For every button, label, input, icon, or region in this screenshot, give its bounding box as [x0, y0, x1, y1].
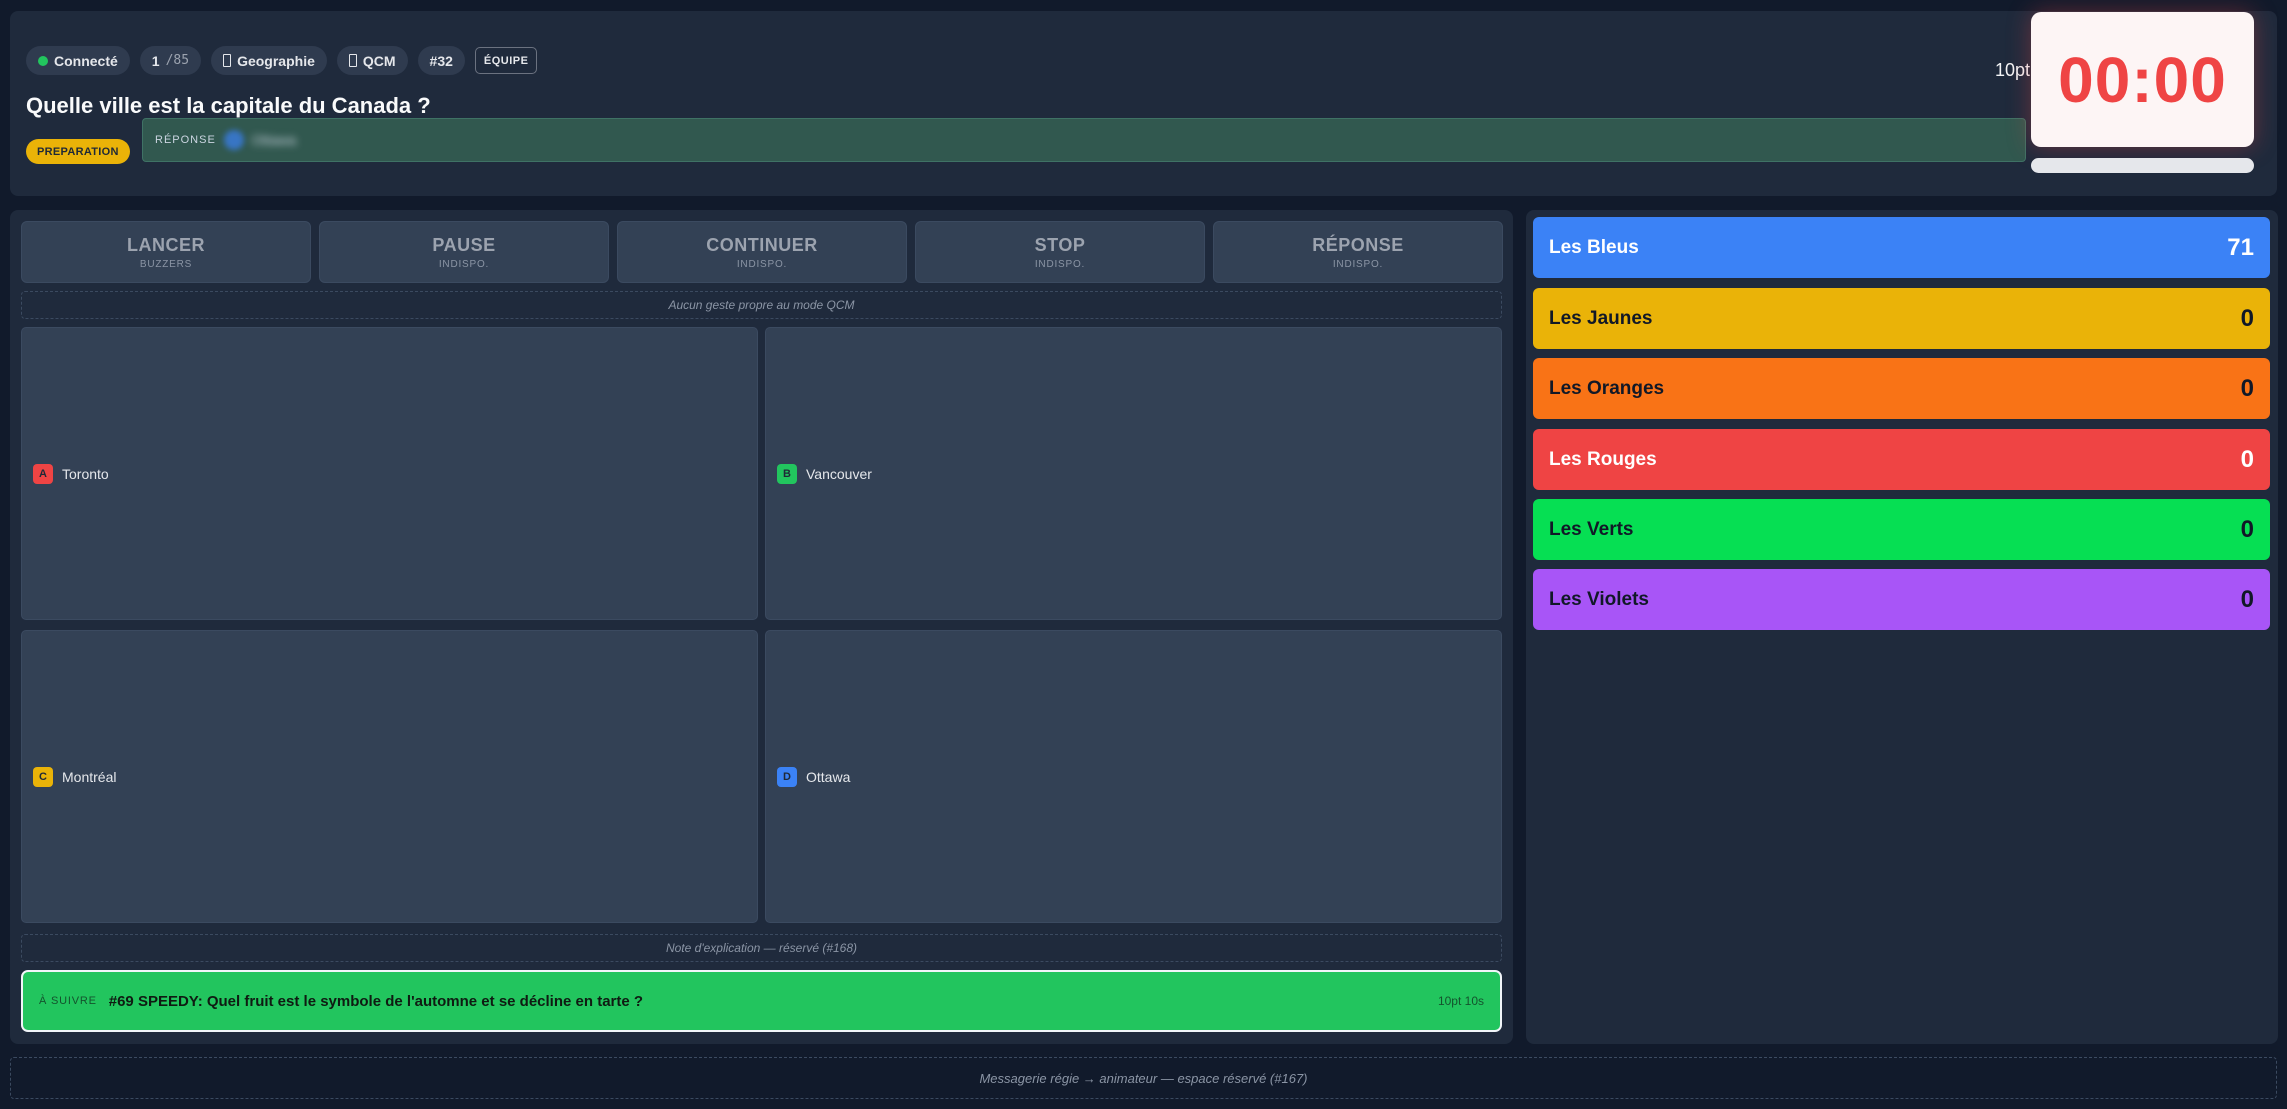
- next-question-text: #69 SPEEDY: Quel fruit est le symbole de…: [108, 992, 644, 1010]
- answer-reveal-bar[interactable]: RÉPONSE Ottawa: [142, 118, 2026, 162]
- team-name: Les Violets: [1549, 588, 1649, 610]
- timer-progress-bar: [2031, 158, 2254, 173]
- option-c-card[interactable]: C Montréal: [21, 630, 758, 923]
- team-name: Les Bleus: [1549, 236, 1639, 258]
- connection-status-badge: Connecté: [26, 46, 130, 75]
- answer-value-blurred: Ottawa: [251, 132, 297, 148]
- category-badge: Geographie: [211, 46, 327, 75]
- next-question-meta: 10pt 10s: [1437, 994, 1484, 1008]
- team-score: 0: [2240, 585, 2254, 613]
- team-mode-badge: ÉQUIPE: [474, 47, 538, 74]
- option-d-card[interactable]: D Ottawa: [765, 630, 1502, 923]
- option-letter: A: [33, 463, 53, 484]
- phase-badge: PREPARATION: [26, 139, 130, 164]
- team-score: 0: [2240, 304, 2254, 332]
- director-messaging-placeholder: Messagerie régie → animateur — espace ré…: [10, 1057, 2277, 1099]
- continue-button[interactable]: CONTINUER INDISPO.: [617, 221, 907, 283]
- team-name: Les Verts: [1549, 518, 1634, 540]
- pause-button[interactable]: PAUSE INDISPO.: [319, 221, 609, 283]
- team-score: 0: [2240, 445, 2254, 473]
- scoreboard-panel: Les Bleus 71 Les Jaunes 0 Les Oranges 0 …: [1526, 210, 2278, 1044]
- team-name: Les Rouges: [1549, 448, 1657, 470]
- stop-button[interactable]: STOP INDISPO.: [915, 221, 1205, 283]
- countdown-timer: 00:00: [2031, 12, 2254, 147]
- next-label: À SUIVRE: [39, 995, 97, 1007]
- timer-value: 00:00: [2058, 43, 2227, 116]
- mode-note: Aucun geste propre au mode QCM: [21, 291, 1502, 319]
- team-score: 0: [2240, 374, 2254, 402]
- option-text: Montréal: [62, 768, 117, 785]
- team-score: 0: [2240, 515, 2254, 543]
- option-b-card[interactable]: B Vancouver: [765, 327, 1502, 620]
- question-progress-badge: 1 /85: [139, 46, 202, 75]
- control-panel: LANCER BUZZERS PAUSE INDISPO. CONTINUER …: [10, 210, 1513, 1044]
- team-row-rouges[interactable]: Les Rouges 0: [1533, 429, 2270, 490]
- mode-badge: QCM: [336, 46, 408, 75]
- team-name: Les Jaunes: [1549, 307, 1653, 329]
- option-a-card[interactable]: A Toronto: [21, 327, 758, 620]
- launch-buzzers-button[interactable]: LANCER BUZZERS: [21, 221, 311, 283]
- option-text: Vancouver: [806, 465, 872, 482]
- answer-dot-icon: [223, 130, 244, 150]
- option-text: Ottawa: [806, 768, 851, 785]
- option-letter: D: [777, 766, 797, 787]
- question-points: 10pt: [1995, 60, 2031, 80]
- question-header: Connecté 1 /85 Geographie QCM #32 ÉQUIPE…: [10, 11, 2277, 196]
- team-row-bleus[interactable]: Les Bleus 71: [1533, 217, 2270, 278]
- question-title: Quelle ville est la capitale du Canada ?: [26, 93, 431, 118]
- status-chips: Connecté 1 /85 Geographie QCM #32 ÉQUIPE: [26, 46, 538, 75]
- control-buttons: LANCER BUZZERS PAUSE INDISPO. CONTINUER …: [21, 221, 1503, 283]
- explanation-note: Note d'explication — réservé (#168): [21, 934, 1502, 962]
- next-question-banner[interactable]: À SUIVRE #69 SPEEDY: Quel fruit est le s…: [21, 970, 1502, 1032]
- team-score: 71: [2227, 233, 2254, 261]
- option-letter: B: [777, 463, 797, 484]
- category-icon: [223, 54, 232, 67]
- online-dot-icon: [38, 55, 48, 66]
- question-id-badge: #32: [417, 46, 465, 75]
- team-row-verts[interactable]: Les Verts 0: [1533, 499, 2270, 560]
- team-row-violets[interactable]: Les Violets 0: [1533, 569, 2270, 630]
- option-text: Toronto: [62, 465, 109, 482]
- mode-icon: [348, 54, 357, 67]
- team-row-oranges[interactable]: Les Oranges 0: [1533, 358, 2270, 419]
- team-row-jaunes[interactable]: Les Jaunes 0: [1533, 288, 2270, 349]
- team-name: Les Oranges: [1549, 377, 1665, 399]
- answer-label: RÉPONSE: [155, 134, 216, 146]
- reveal-answer-button[interactable]: RÉPONSE INDISPO.: [1213, 221, 1503, 283]
- option-letter: C: [33, 766, 53, 787]
